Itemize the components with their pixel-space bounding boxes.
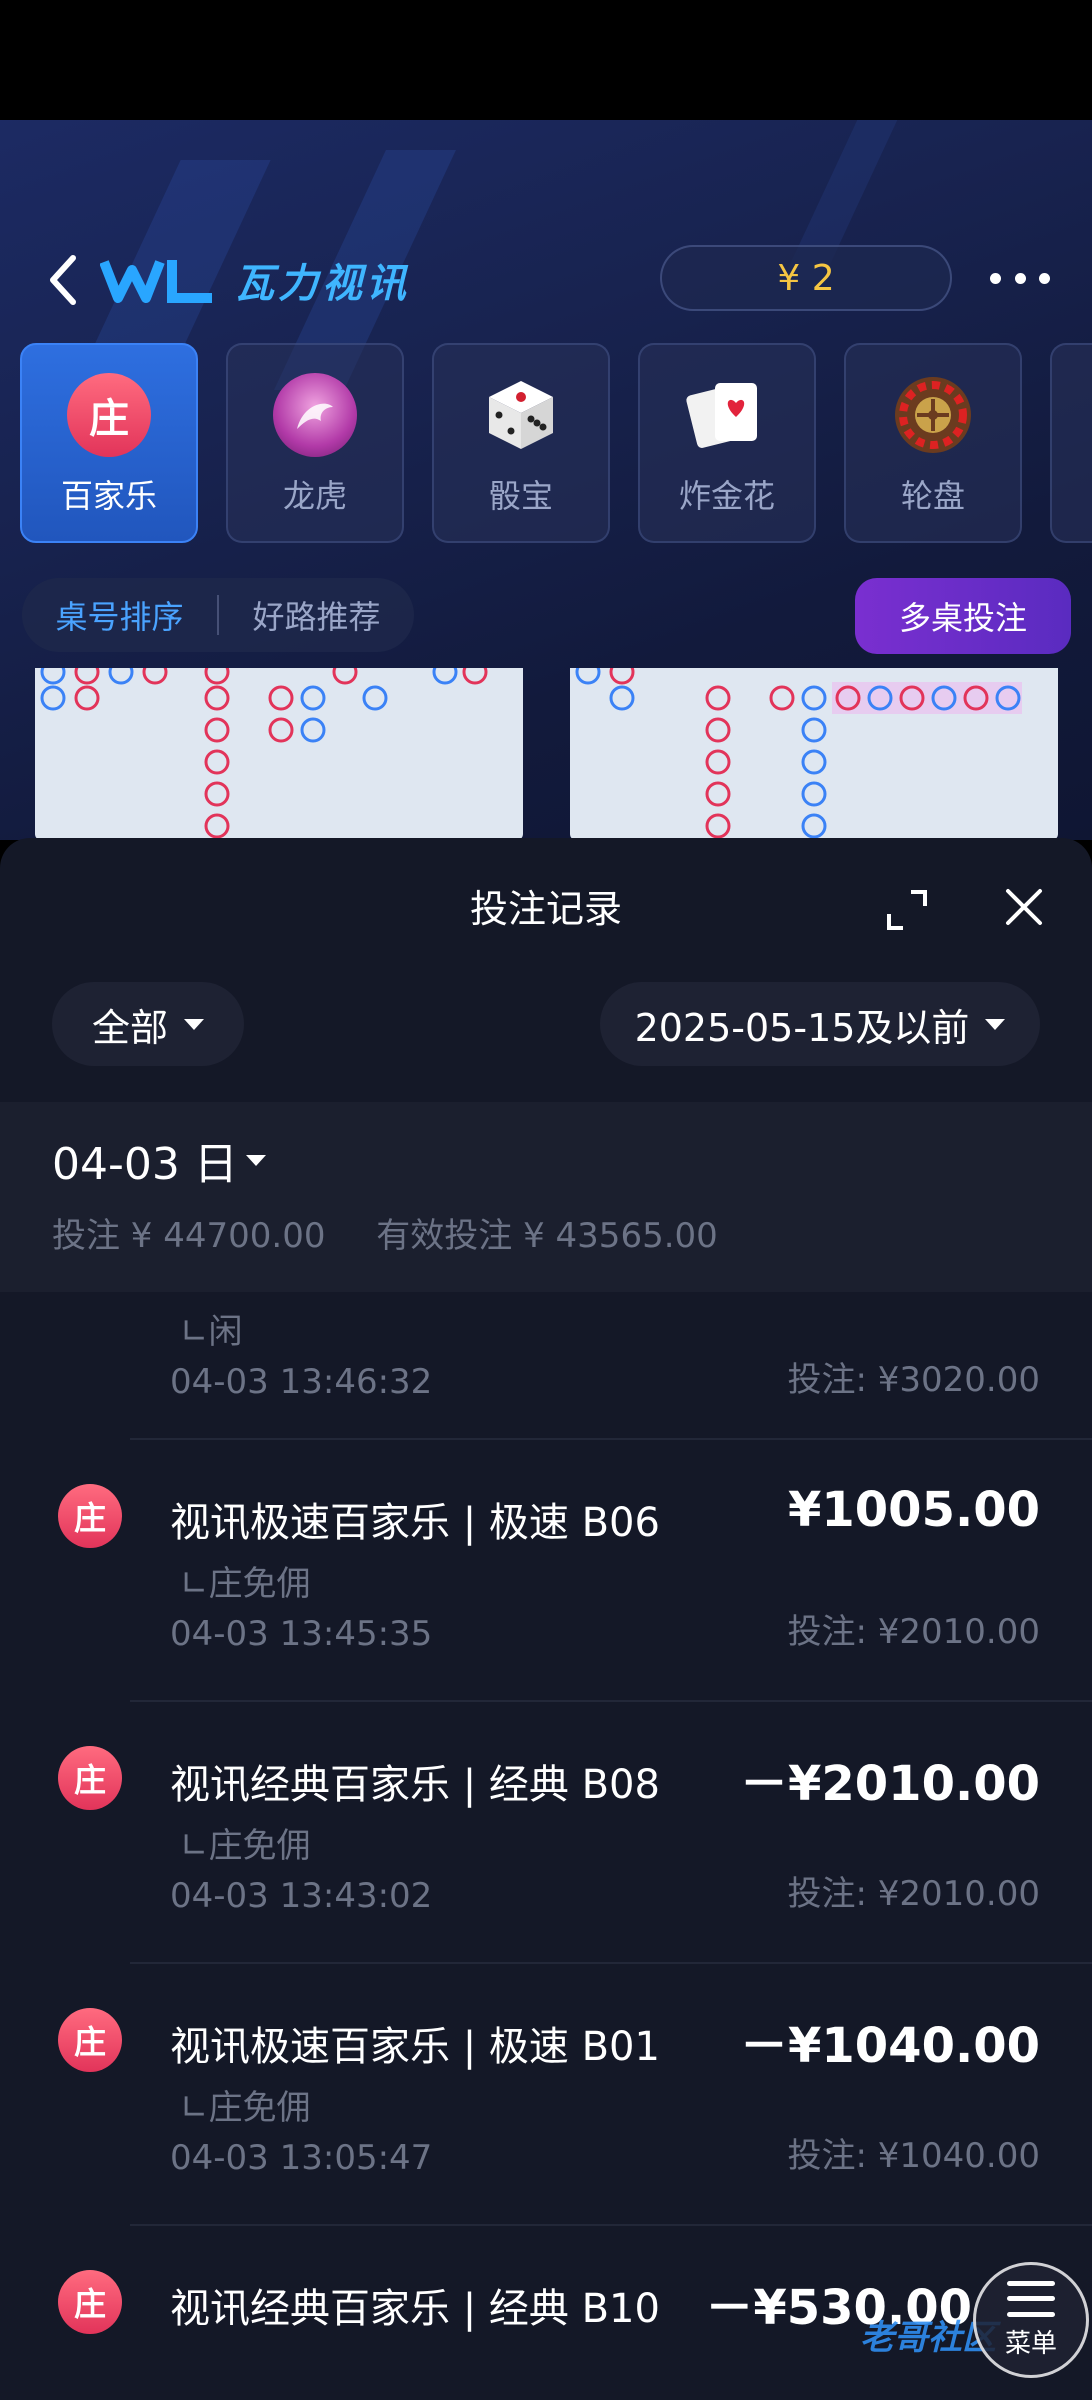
bet-time: 04-03 13:05:47: [170, 2138, 433, 2178]
day-total-bet: 投注 ¥ 44700.00: [52, 1216, 326, 1256]
bet-record-row[interactable]: ∟闲 04-03 13:46:32 投注: ¥3020.00: [0, 1292, 1092, 1440]
logo-text: 瓦力视讯: [234, 261, 410, 307]
day-valid-bet: 有效投注 ¥ 43565.00: [376, 1216, 718, 1256]
game-label: 百家乐: [60, 477, 157, 515]
bet-record-sheet: 投注记录 全部 2025-05-15及以前 04-03 日 投注 ¥ 44700…: [0, 838, 1092, 2400]
caret-down-icon: [184, 1018, 204, 1030]
dice-icon: [479, 373, 563, 457]
bet-selection: ∟庄免佣: [180, 2088, 311, 2128]
bet-record-row[interactable]: 庄 视讯极速百家乐 | 极速 B01 －¥1040.00 ∟庄免佣 04-03 …: [0, 1964, 1092, 2226]
road-preview-area: [0, 668, 1092, 840]
type-filter-dropdown[interactable]: 全部: [52, 982, 244, 1066]
game-tab-three-card[interactable]: 炸金花: [638, 343, 816, 543]
bet-stake: 投注: ¥1040.00: [787, 2136, 1041, 2176]
banker-icon: 庄: [58, 2270, 122, 2334]
road-map-left[interactable]: [35, 668, 523, 840]
game-label: 骰宝: [488, 477, 553, 515]
status-bar: [0, 0, 1092, 120]
sort-tabs: 桌号排序 好路推荐: [22, 578, 414, 652]
bet-record-row[interactable]: 庄 视讯极速百家乐 | 极速 B06 ¥1005.00 ∟庄免佣 04-03 1…: [0, 1440, 1092, 1702]
date-filter-dropdown[interactable]: 2025-05-15及以前: [600, 982, 1040, 1066]
caret-down-icon: [985, 1018, 1006, 1030]
game-tab-dragon-tiger[interactable]: 龙虎: [226, 343, 404, 543]
bet-selection: ∟庄免佣: [180, 1826, 311, 1866]
roulette-icon: [891, 373, 975, 457]
banker-icon: 庄: [58, 2008, 122, 2072]
expand-icon: [887, 890, 927, 930]
more-button[interactable]: [990, 255, 1050, 301]
day-title: 04-03 日: [52, 1128, 266, 1192]
tab-table-sort[interactable]: 桌号排序: [22, 592, 217, 638]
bet-stake: 投注: ¥2010.00: [787, 1874, 1041, 1914]
day-totals: 投注 ¥ 44700.00 有效投注 ¥ 43565.00: [52, 1208, 718, 1257]
bet-stake: 投注: ¥3020.00: [787, 1360, 1041, 1400]
bet-time: 04-03 13:46:32: [170, 1362, 433, 1402]
caret-down-icon: [245, 1154, 266, 1166]
game-label: 轮盘: [900, 477, 965, 515]
chevron-left-icon: [50, 255, 76, 305]
close-button[interactable]: [1002, 885, 1046, 929]
app-logo: 瓦力视讯: [100, 245, 440, 315]
wl-logo-icon: [100, 260, 212, 303]
game-tab-baccarat[interactable]: 庄 百家乐: [20, 343, 198, 543]
bet-table-title: 视讯经典百家乐 | 经典 B08: [170, 1762, 660, 1808]
more-icon: [990, 272, 1001, 284]
day-summary-header[interactable]: 04-03 日 投注 ¥ 44700.00 有效投注 ¥ 43565.00: [0, 1102, 1092, 1292]
date-filter-value: 2025-05-15及以前: [634, 1005, 970, 1050]
banker-icon: 庄: [58, 1484, 122, 1548]
cards-icon: [685, 373, 769, 457]
bet-record-row[interactable]: 庄 视讯经典百家乐 | 经典 B08 －¥2010.00 ∟庄免佣 04-03 …: [0, 1702, 1092, 1964]
banker-icon: 庄: [67, 373, 151, 457]
close-icon: [1006, 889, 1042, 925]
game-tab-sicbo[interactable]: 骰宝: [432, 343, 610, 543]
menu-fab[interactable]: 菜单: [973, 2262, 1089, 2378]
tab-good-road[interactable]: 好路推荐: [219, 592, 414, 638]
bet-win-amount: －¥1040.00: [739, 2018, 1040, 2074]
type-filter-value: 全部: [91, 1005, 168, 1050]
game-tab-more[interactable]: [1050, 343, 1092, 543]
bet-table-title: 视讯经典百家乐 | 经典 B10: [170, 2286, 660, 2332]
bet-table-title: 视讯极速百家乐 | 极速 B06: [170, 1500, 660, 1546]
game-category-list: 庄 百家乐 龙虎 骰宝 炸金花 轮盘: [20, 343, 1092, 543]
menu-label: 菜单: [1004, 2328, 1057, 2359]
game-label: 炸金花: [678, 477, 775, 515]
bet-win-amount: －¥2010.00: [739, 1756, 1040, 1812]
bet-selection: ∟庄免佣: [180, 1564, 311, 1604]
bet-stake: 投注: ¥2010.00: [787, 1612, 1041, 1652]
dragon-icon: [273, 373, 357, 457]
banker-icon: 庄: [58, 1746, 122, 1810]
bet-time: 04-03 13:45:35: [170, 1614, 433, 1654]
game-label: 龙虎: [282, 477, 347, 515]
back-button[interactable]: [40, 245, 84, 315]
bet-time: 04-03 13:43:02: [170, 1876, 433, 1916]
bet-table-title: 视讯极速百家乐 | 极速 B01: [170, 2024, 660, 2070]
road-map-right[interactable]: [570, 668, 1058, 840]
expand-button[interactable]: [885, 888, 929, 932]
balance-display[interactable]: ¥ 2: [660, 245, 952, 311]
menu-icon: [1007, 2280, 1055, 2317]
bet-win-amount: ¥1005.00: [787, 1482, 1040, 1538]
multi-table-bet-button[interactable]: 多桌投注: [855, 578, 1071, 654]
bet-selection: ∟闲: [180, 1312, 243, 1352]
game-tab-roulette[interactable]: 轮盘: [844, 343, 1022, 543]
